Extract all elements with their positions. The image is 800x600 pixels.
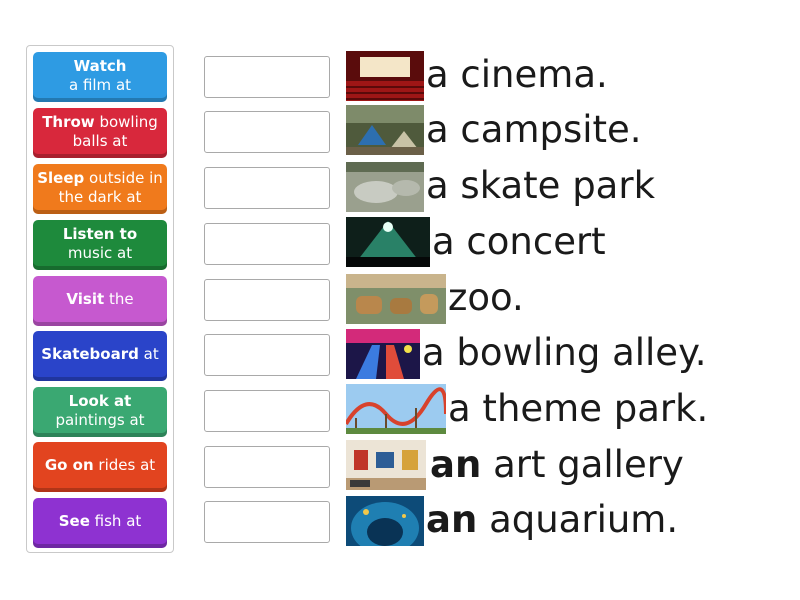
label-text: a concert: [432, 220, 606, 263]
drop-slot-3[interactable]: [204, 167, 330, 209]
label-text: a campsite.: [426, 108, 642, 151]
answer-label-1: a cinema.: [426, 54, 608, 96]
label-text: zoo.: [448, 276, 524, 319]
tile-text: at: [143, 345, 159, 363]
answer-label-9: an aquarium.: [426, 499, 678, 541]
drop-slot-5[interactable]: [204, 279, 330, 321]
tile-skateboard[interactable]: Skateboard at: [33, 331, 167, 381]
answer-label-7: a theme park.: [448, 388, 708, 430]
tile-listen[interactable]: Listen to music at: [33, 220, 167, 270]
bowling-alley-image: [346, 329, 420, 379]
label-text: aquarium.: [477, 498, 679, 541]
drop-slot-2[interactable]: [204, 111, 330, 153]
tile-visit[interactable]: Visit the: [33, 276, 167, 326]
label-text: a skate park: [426, 164, 655, 207]
tile-text: a film at: [68, 75, 132, 94]
label-text: a cinema.: [426, 53, 608, 96]
tile-text: rides at: [98, 456, 156, 474]
theme-park-image: [346, 384, 446, 434]
tile-watch[interactable]: Watch a film at: [33, 52, 167, 102]
label-text: a theme park.: [448, 387, 709, 430]
tile-text: music at: [67, 243, 133, 262]
tile-text: paintings at: [55, 410, 145, 429]
answer-label-2: a campsite.: [426, 109, 642, 151]
drop-slot-8[interactable]: [204, 446, 330, 488]
label-bold-text: an: [430, 443, 482, 486]
tile-bold-text: See: [58, 512, 90, 530]
tile-bold-text: Listen to: [62, 224, 138, 243]
answer-label-6: a bowling alley.: [422, 332, 706, 374]
tile-bold-text: Go on: [44, 456, 94, 474]
cinema-image: [346, 51, 424, 101]
answer-label-4: a concert: [432, 221, 606, 263]
campsite-image: [346, 105, 424, 155]
tile-sleep[interactable]: Sleep outside in the dark at: [33, 164, 167, 214]
tile-look-at[interactable]: Look at paintings at: [33, 387, 167, 437]
answer-label-5: zoo.: [448, 277, 524, 319]
answer-label-3: a skate park: [426, 165, 655, 207]
tile-see[interactable]: See fish at: [33, 498, 167, 548]
aquarium-image: [346, 496, 424, 546]
answer-label-8: an art gallery: [430, 444, 684, 486]
tile-go-on[interactable]: Go on rides at: [33, 442, 167, 492]
drop-slot-7[interactable]: [204, 390, 330, 432]
drop-slot-1[interactable]: [204, 56, 330, 98]
tile-bold-text: Skateboard: [41, 345, 139, 363]
tile-bold-text: Watch: [73, 56, 127, 75]
skate-park-image: [346, 162, 424, 212]
drop-slot-4[interactable]: [204, 223, 330, 265]
tile-bold-text: Sleep: [37, 168, 85, 187]
label-text: a bowling alley.: [422, 331, 707, 374]
tile-bold-text: Visit: [66, 290, 105, 308]
tile-text: fish at: [94, 512, 142, 530]
zoo-image: [346, 274, 446, 324]
tile-text: the: [108, 290, 134, 308]
label-text: art gallery: [481, 443, 684, 486]
tile-throw[interactable]: Throw bowling balls at: [33, 108, 167, 158]
drop-slot-6[interactable]: [204, 334, 330, 376]
tile-bold-text: Look at: [68, 391, 132, 410]
concert-image: [346, 217, 430, 267]
art-gallery-image: [346, 440, 426, 490]
label-bold-text: an: [426, 498, 478, 541]
tile-bold-text: Throw: [42, 112, 95, 131]
drop-slot-9[interactable]: [204, 501, 330, 543]
